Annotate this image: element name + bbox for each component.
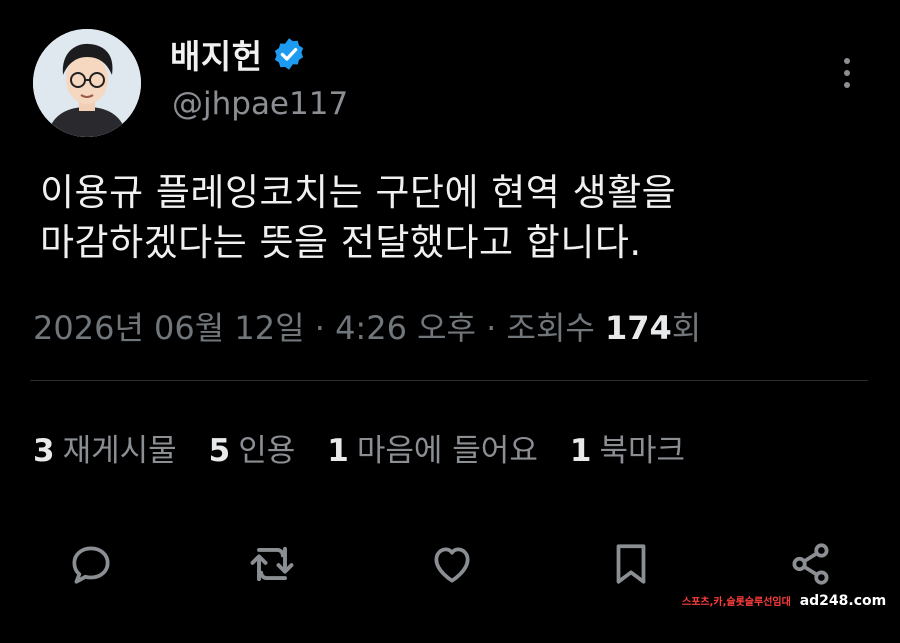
stat-count: 3: [33, 433, 55, 469]
stat-count: 1: [327, 433, 349, 469]
more-options-icon[interactable]: [837, 56, 857, 90]
reposts-stat[interactable]: 3 재게시물: [33, 425, 177, 470]
bookmark-icon: [616, 544, 646, 584]
views-label: 조회수: [506, 309, 595, 347]
stat-label: 인용: [238, 433, 296, 469]
watermark-text: 스포츠,카,슬롯슬루선임대: [682, 597, 791, 608]
retweet-button[interactable]: [244, 536, 300, 592]
bookmark-button[interactable]: [603, 536, 659, 592]
separator-dot: ·: [486, 309, 507, 347]
action-bar: [0, 536, 900, 592]
reply-icon: [72, 546, 110, 584]
watermark-url: ad248.com: [799, 593, 887, 609]
like-button[interactable]: [424, 536, 480, 592]
tweet-time[interactable]: 4:26 오후: [335, 309, 476, 347]
retweet-icon: [250, 546, 294, 582]
tweet-line: 이용규 플레잉코치는 구단에 현역 생활을: [40, 171, 677, 214]
tweet-text: 이용규 플레잉코치는 구단에 현역 생활을 마감하겠다는 뜻을 전달했다고 합니…: [40, 168, 870, 268]
author-handle[interactable]: @jhpae117: [172, 86, 348, 122]
likes-stat[interactable]: 1 마음에 들어요: [327, 425, 538, 470]
stat-count: 5: [208, 433, 231, 469]
bookmarks-stat[interactable]: 1 북마크: [570, 425, 685, 470]
share-icon: [792, 543, 829, 585]
tweet-date[interactable]: 2026년 06월 12일: [33, 309, 305, 347]
views-suffix: 회: [671, 309, 702, 347]
divider: [30, 380, 868, 381]
quotes-stat[interactable]: 5 인용: [209, 425, 296, 470]
stat-label: 마음에 들어요: [356, 433, 538, 469]
tweet-meta: 2026년 06월 12일 · 4:26 오후 · 조회수 174회: [33, 303, 701, 349]
avatar[interactable]: [33, 29, 141, 137]
separator-dot: ·: [314, 309, 336, 347]
author-name[interactable]: 배지헌: [170, 30, 263, 78]
views-count: 174: [605, 309, 672, 347]
share-button[interactable]: [783, 536, 839, 592]
stat-label: 재게시물: [62, 433, 177, 469]
verified-badge-icon: [271, 36, 307, 72]
like-icon: [434, 547, 470, 583]
reply-button[interactable]: [63, 536, 119, 592]
tweet-line: 마감하겠다는 뜻을 전달했다고 합니다.: [40, 221, 642, 264]
engagement-stats: 3 재게시물 5 인용 1 마음에 들어요 1 북마크: [33, 425, 685, 470]
stat-count: 1: [569, 433, 592, 469]
watermark: 스포츠,카,슬롯슬루선임대 ad248.com: [682, 593, 886, 609]
stat-label: 북마크: [599, 433, 685, 469]
